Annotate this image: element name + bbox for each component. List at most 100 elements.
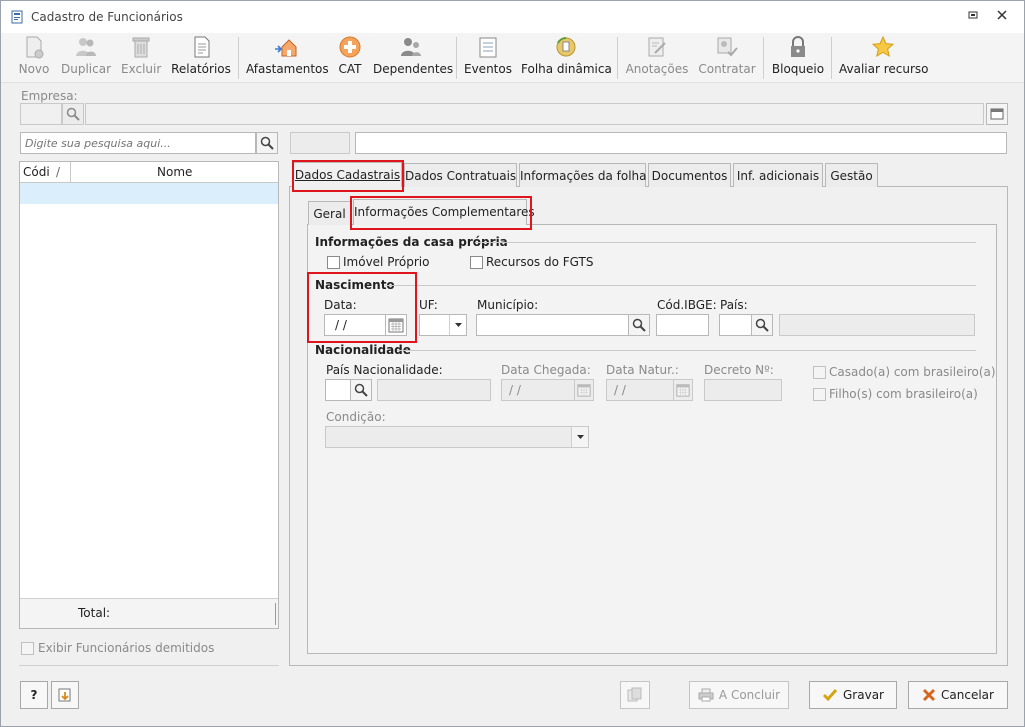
help-icon: ? [30, 688, 38, 702]
tab-documentos[interactable]: Documentos [648, 163, 731, 187]
pais-code-field[interactable] [719, 314, 752, 336]
condicao-dropdown-button[interactable] [571, 427, 588, 447]
empresa-table-button[interactable] [986, 103, 1008, 125]
contratar-button[interactable]: Contratar [698, 35, 756, 81]
uf-select[interactable] [419, 314, 467, 336]
employee-list: Códi / Nome Total: [19, 161, 279, 629]
toolbar-separator [831, 37, 832, 79]
report-icon [194, 36, 210, 58]
note-edit-icon [648, 37, 666, 57]
footer-divider [275, 603, 276, 625]
pais-search-button[interactable] [751, 314, 773, 336]
empresa-label: Empresa: [21, 89, 78, 103]
printer-icon [698, 688, 714, 702]
cat-button[interactable]: CAT [335, 35, 365, 81]
search-icon [354, 383, 368, 397]
relatorios-button[interactable]: Relatórios [171, 35, 231, 81]
excluir-button[interactable]: Excluir [121, 35, 161, 81]
data-chegada-field[interactable]: / / [501, 379, 575, 401]
duplicar-button[interactable]: Duplicar [61, 35, 111, 81]
dependentes-button[interactable]: Dependentes [373, 35, 453, 81]
tab-gestao[interactable]: Gestão [825, 163, 878, 187]
eventos-button[interactable]: Eventos [464, 35, 512, 81]
tab-dados-cadastrais[interactable]: Dados Cadastrais [293, 162, 402, 187]
subtab-geral[interactable]: Geral [308, 201, 351, 225]
list-footer: Total: [20, 598, 278, 628]
afastamentos-button[interactable]: Afastamentos [246, 35, 329, 81]
export-button[interactable] [51, 681, 79, 709]
avaliar-recurso-button[interactable]: Avaliar recurso [839, 35, 929, 81]
subtab-informacoes-complementares[interactable]: Informações Complementares [353, 199, 535, 225]
close-icon [997, 10, 1007, 20]
cod-ibge-field[interactable] [656, 314, 709, 336]
window-title: Cadastro de Funcionários [31, 10, 183, 24]
total-label: Total: [78, 606, 111, 620]
search-button[interactable] [256, 132, 278, 154]
close-button[interactable] [994, 9, 1010, 25]
tab-dados-contratuais[interactable]: Dados Contratuais [404, 163, 517, 187]
condicao-label: Condição: [326, 410, 386, 424]
export-icon [58, 688, 71, 702]
calendar-icon [676, 384, 690, 397]
data-nascimento-calendar-button[interactable] [385, 314, 407, 336]
data-natur-calendar-button[interactable] [673, 379, 693, 401]
empresa-code-field[interactable] [20, 103, 62, 125]
municipio-field[interactable] [476, 314, 629, 336]
help-button[interactable]: ? [20, 681, 48, 709]
tab-inf-adicionais[interactable]: Inf. adicionais [733, 163, 823, 187]
municipio-label: Município: [477, 298, 539, 312]
municipio-search-button[interactable] [628, 314, 650, 336]
refresh-document-icon [556, 37, 576, 57]
data-chegada-calendar-button[interactable] [574, 379, 594, 401]
recursos-fgts-label: Recursos do FGTS [486, 255, 594, 269]
data-nascimento-field[interactable]: / / [324, 314, 386, 336]
employee-name-field[interactable] [355, 132, 1007, 154]
uf-dropdown-button[interactable] [449, 315, 466, 335]
imovel-proprio-checkbox[interactable] [327, 256, 340, 269]
column-header-codigo[interactable]: Códi [23, 165, 50, 179]
bloqueio-button[interactable]: Bloqueio [771, 35, 825, 81]
copy-button[interactable] [620, 681, 650, 709]
section-divider [385, 285, 976, 286]
folha-dinamica-button[interactable]: Folha dinâmica [521, 35, 612, 81]
divider [19, 665, 279, 666]
data-nascimento-value: / / [335, 318, 347, 332]
pais-nacionalidade-label: País Nacionalidade: [326, 363, 443, 377]
concluir-button[interactable]: A Concluir [689, 681, 789, 709]
restore-button[interactable] [965, 9, 981, 25]
cod-ibge-label: Cód.IBGE: [657, 298, 717, 312]
filhos-brasileiro-checkbox[interactable] [813, 388, 826, 401]
title-bar: Cadastro de Funcionários [1, 1, 1024, 33]
employee-code-field[interactable] [290, 132, 350, 154]
novo-button[interactable]: Novo [15, 35, 53, 81]
users-icon [76, 38, 96, 56]
recursos-fgts-checkbox[interactable] [470, 256, 483, 269]
pais-nacionalidade-code-field[interactable] [325, 379, 351, 401]
toolbar: Novo Duplicar Excluir Relatórios Afastam… [1, 33, 1024, 83]
calendar-icon [577, 384, 591, 397]
cancelar-button[interactable]: Cancelar [908, 681, 1008, 709]
section-divider [397, 350, 976, 351]
anotacoes-button[interactable]: Anotações [625, 35, 689, 81]
medical-cross-icon [339, 36, 361, 58]
empresa-name-field[interactable] [85, 103, 984, 125]
exibir-demitidos-checkbox[interactable] [21, 642, 34, 655]
search-input[interactable] [20, 132, 256, 154]
data-natur-field[interactable]: / / [606, 379, 674, 401]
decreto-label: Decreto Nº: [704, 363, 774, 377]
column-header-nome[interactable]: Nome [157, 165, 192, 179]
column-separator[interactable] [70, 162, 71, 183]
condicao-select[interactable] [325, 426, 589, 448]
data-natur-label: Data Natur.: [606, 363, 679, 377]
tab-informacoes-folha[interactable]: Informações da folha [519, 163, 647, 187]
gravar-button[interactable]: Gravar [809, 681, 897, 709]
app-icon [11, 10, 23, 24]
x-icon [922, 688, 936, 702]
empresa-search-button[interactable] [62, 103, 84, 125]
casado-brasileiro-checkbox[interactable] [813, 366, 826, 379]
check-icon [822, 689, 838, 702]
decreto-field[interactable] [704, 379, 782, 401]
pais-nacionalidade-search-button[interactable] [350, 379, 372, 401]
house-arrow-icon [275, 39, 297, 57]
list-item-selected[interactable] [20, 183, 278, 204]
